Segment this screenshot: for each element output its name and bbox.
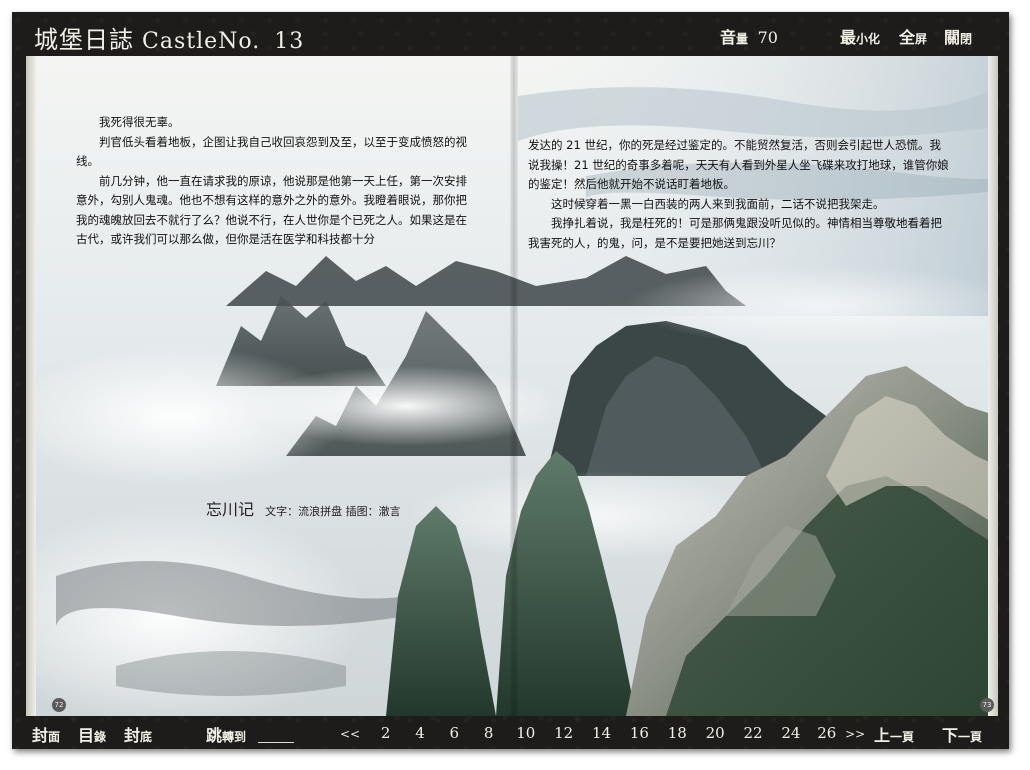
close-label: 關 bbox=[944, 28, 961, 47]
back-cover-label: 封 bbox=[124, 726, 141, 745]
toc-label: 目 bbox=[78, 726, 95, 745]
left-paragraph: 我死得很无辜。 bbox=[99, 115, 180, 129]
top-bar: 城堡日誌 CastleNo. 13 音量 70 最小化 全屏 關閉 bbox=[12, 12, 1009, 56]
cover-label: 封 bbox=[32, 726, 49, 745]
volume-value[interactable]: 70 bbox=[758, 28, 778, 47]
toc-label-small: 錄 bbox=[94, 730, 107, 744]
jump-to-label: 跳轉到 bbox=[206, 722, 246, 746]
left-page-text: 我死得很无辜。 判官低头看着地板，企图让我自己收回哀怨到及至，以至于变成愤怒的视… bbox=[76, 113, 471, 250]
back-cover-label-small: 底 bbox=[140, 730, 153, 744]
minimize-label-small: 小化 bbox=[856, 32, 881, 46]
jump-label-small: 轉到 bbox=[222, 730, 247, 744]
page-link[interactable]: 4 bbox=[415, 724, 425, 742]
fullscreen-label-small: 屏 bbox=[915, 32, 928, 46]
title-english: CastleNo. bbox=[142, 29, 261, 54]
title-chinese: 城堡日誌 bbox=[34, 26, 134, 54]
fullscreen-button[interactable]: 全屏 bbox=[899, 24, 927, 48]
page-link[interactable]: 8 bbox=[484, 724, 494, 742]
magazine-title: 城堡日誌 CastleNo. 13 bbox=[34, 20, 304, 55]
fullscreen-label: 全 bbox=[899, 28, 916, 47]
volume-label-small: 量 bbox=[736, 32, 749, 46]
close-label-small: 閉 bbox=[960, 32, 973, 46]
page-link[interactable]: 10 bbox=[516, 724, 535, 742]
book-spine bbox=[510, 56, 518, 716]
volume-control[interactable]: 音量 70 bbox=[720, 24, 778, 48]
minimize-label: 最 bbox=[840, 28, 857, 47]
page-link[interactable]: 26 bbox=[817, 724, 836, 742]
page-link[interactable]: 16 bbox=[630, 724, 649, 742]
jump-page-input[interactable] bbox=[258, 742, 294, 743]
toc-button[interactable]: 目錄 bbox=[78, 722, 106, 746]
page-link[interactable]: 18 bbox=[668, 724, 687, 742]
page-link[interactable]: 12 bbox=[554, 724, 573, 742]
page-link[interactable]: 14 bbox=[592, 724, 611, 742]
book-spread: 我死得很无辜。 判官低头看着地板，企图让我自己收回哀怨到及至，以至于变成愤怒的视… bbox=[26, 56, 998, 716]
cover-label-small: 面 bbox=[48, 730, 61, 744]
next-page-label-small: 一頁 bbox=[958, 730, 983, 744]
right-paragraph: 我挣扎着说，我是枉死的！可是那俩鬼跟没听见似的。神情相当尊敬地看着把我害死的人，… bbox=[528, 216, 942, 250]
article-caption: 忘川记 文字：流浪拼盘 插图：澈言 bbox=[206, 496, 401, 520]
page-link[interactable]: 2 bbox=[381, 724, 391, 742]
left-paragraph: 判官低头看着地板，企图让我自己收回哀怨到及至，以至于变成愤怒的视线。 bbox=[76, 134, 467, 169]
volume-label: 音 bbox=[720, 28, 737, 47]
next-page-label: 下 bbox=[942, 726, 959, 745]
magazine-viewer: 城堡日誌 CastleNo. 13 音量 70 最小化 全屏 關閉 我死得很无辜… bbox=[12, 12, 1009, 749]
page-link[interactable]: 22 bbox=[743, 724, 762, 742]
article-title: 忘川记 bbox=[206, 500, 255, 519]
prev-page-label-small: 一頁 bbox=[890, 730, 915, 744]
next-pages-arrow[interactable]: >> bbox=[845, 727, 865, 741]
page-link[interactable]: 20 bbox=[706, 724, 725, 742]
page-link[interactable]: 24 bbox=[781, 724, 800, 742]
prev-pages-arrow[interactable]: << bbox=[340, 727, 360, 741]
prev-page-label: 上 bbox=[874, 726, 891, 745]
page-link[interactable]: 6 bbox=[450, 724, 460, 742]
right-page-number: 73 bbox=[980, 698, 994, 712]
issue-number: 13 bbox=[274, 29, 305, 54]
right-paragraph: 发达的 21 世纪，你的死是经过鉴定的。不能贸然复活，否则会引起世人恐慌。我说我… bbox=[528, 138, 949, 191]
right-paragraph: 这时候穿着一黑一白西装的两人来到我面前，二话不说把我架走。 bbox=[551, 196, 885, 211]
back-cover-button[interactable]: 封底 bbox=[124, 722, 152, 746]
left-paragraph: 前几分钟，他一直在请求我的原谅，他说那是他第一天上任，第一次安排意外，勾别人鬼魂… bbox=[76, 173, 467, 247]
page-list: << 2 4 6 8 10 12 14 16 18 20 22 24 26 >> bbox=[340, 724, 865, 742]
minimize-button[interactable]: 最小化 bbox=[840, 24, 880, 48]
jump-label: 跳 bbox=[206, 726, 223, 745]
previous-page-button[interactable]: 上一頁 bbox=[874, 722, 914, 746]
left-page-edge bbox=[26, 56, 36, 716]
cover-button[interactable]: 封面 bbox=[32, 722, 60, 746]
right-page-edge bbox=[988, 56, 998, 716]
right-page-text: 发达的 21 世纪，你的死是经过鉴定的。不能贸然复活，否则会引起世人恐慌。我说我… bbox=[528, 136, 950, 253]
close-button[interactable]: 關閉 bbox=[944, 24, 972, 48]
article-credit: 文字：流浪拼盘 插图：澈言 bbox=[265, 505, 401, 518]
bottom-navigation-bar: 封面 目錄 封底 跳轉到 << 2 4 6 8 10 12 14 16 18 2… bbox=[12, 716, 1009, 749]
next-page-button[interactable]: 下一頁 bbox=[942, 722, 982, 746]
left-page-number: 72 bbox=[52, 698, 66, 712]
